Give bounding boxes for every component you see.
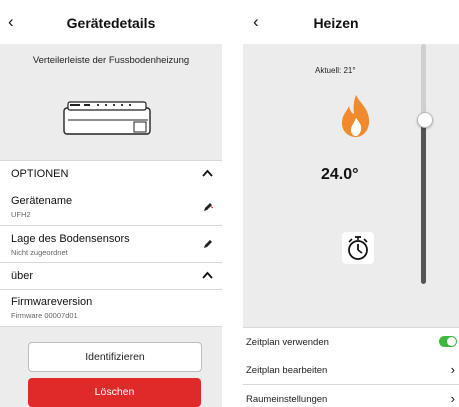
options-section-header[interactable]: OPTIONEN <box>0 160 222 188</box>
about-section-header[interactable]: über <box>0 263 222 290</box>
device-type-label: Verteilerleiste der Fussbodenheizung <box>32 55 190 66</box>
sensor-location-label: Lage des Bodensensors <box>11 233 130 245</box>
sensor-location-value: Nicht zugeordnet <box>11 248 68 257</box>
device-name-label: Gerätename <box>11 195 73 207</box>
current-temperature: Aktuell: 21° <box>315 66 356 75</box>
flame-icon <box>341 95 370 137</box>
delete-button[interactable]: Löschen <box>28 378 201 407</box>
options-header-label: OPTIONEN <box>11 168 69 180</box>
slider-track-filled <box>421 120 426 284</box>
sensor-location-row[interactable]: Lage des Bodensensors Nicht zugeordnet <box>0 226 222 263</box>
room-settings-row[interactable]: Raumeinstellungen › <box>243 385 459 407</box>
slider-thumb[interactable] <box>417 112 433 128</box>
heating-screen: ‹ Heizen Aktuell: 21° 24.0° Zeitplan ver… <box>243 0 459 407</box>
timer-button[interactable] <box>342 232 374 264</box>
use-schedule-label: Zeitplan verwenden <box>246 337 329 348</box>
device-name-value: UFH2 <box>11 210 31 219</box>
edit-schedule-label: Zeitplan bearbeiten <box>246 365 328 376</box>
header: ‹ Heizen <box>243 0 459 44</box>
edit-schedule-row[interactable]: Zeitplan bearbeiten › <box>243 356 459 385</box>
use-schedule-toggle[interactable] <box>439 336 457 347</box>
setpoint-slider[interactable] <box>421 44 426 284</box>
slider-track-upper <box>421 44 426 120</box>
pencil-icon[interactable] <box>202 202 213 213</box>
header: ‹ Gerätedetails <box>0 0 222 44</box>
use-schedule-row[interactable]: Zeitplan verwenden <box>243 327 459 357</box>
identify-button[interactable]: Identifizieren <box>28 342 202 372</box>
firmware-row: Firmwareversion Firmware 00007d01 <box>0 290 222 327</box>
room-settings-label: Raumeinstellungen <box>246 394 328 405</box>
page-title: Gerätedetails <box>66 15 156 31</box>
device-name-row[interactable]: Gerätename UFH2 <box>0 187 222 226</box>
about-header-label: über <box>11 270 34 282</box>
device-details-screen: ‹ Gerätedetails Verteilerleiste der Fuss… <box>0 0 222 407</box>
chevron-up-icon[interactable] <box>202 271 213 282</box>
thermostat-panel <box>243 44 459 327</box>
chevron-up-icon[interactable] <box>202 169 213 180</box>
chevron-right-icon[interactable]: › <box>451 391 455 406</box>
timer-icon <box>348 236 368 260</box>
firmware-value: Firmware 00007d01 <box>11 311 78 320</box>
pencil-icon[interactable] <box>202 239 213 250</box>
floor-heating-manifold-icon <box>63 101 151 135</box>
page-title: Heizen <box>313 15 359 31</box>
chevron-right-icon[interactable]: › <box>451 362 455 377</box>
firmware-label: Firmwareversion <box>11 296 93 308</box>
setpoint-temperature: 24.0° <box>321 166 359 183</box>
device-summary: Verteilerleiste der Fussbodenheizung <box>0 44 222 160</box>
